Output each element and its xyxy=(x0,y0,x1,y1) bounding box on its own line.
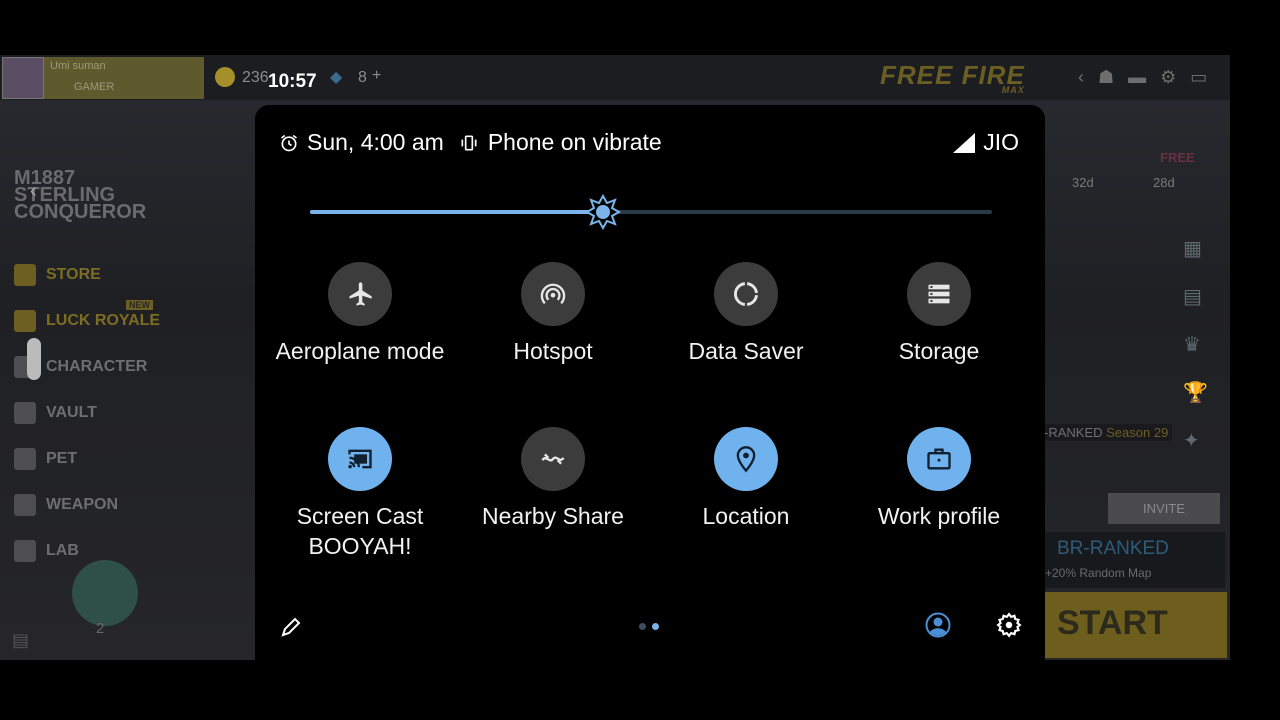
tile-toggle[interactable] xyxy=(328,427,392,491)
tile-work-profile[interactable]: Work profile xyxy=(844,427,1034,531)
back-icon[interactable]: ‹ xyxy=(30,180,37,203)
storage-icon xyxy=(928,284,950,304)
game-mode-selector[interactable]: BR-RANKED +20% Random Map xyxy=(1045,532,1225,588)
brightness-thumb-icon[interactable] xyxy=(585,194,622,230)
page-indicator[interactable] xyxy=(639,623,659,630)
page-dot[interactable] xyxy=(652,623,659,630)
event-timer: 32d xyxy=(1072,175,1094,190)
tile-location[interactable]: Location xyxy=(651,427,841,531)
tile-toggle[interactable] xyxy=(907,262,971,326)
tile-storage[interactable]: Storage xyxy=(844,262,1034,366)
status-time: 10:57 xyxy=(268,71,317,92)
tile-label: Work profile xyxy=(877,503,1001,529)
data-saver-icon xyxy=(733,282,758,306)
side-icons[interactable]: ▦ ▤ ♛ 🏆 ✦ xyxy=(1183,225,1208,465)
edit-icon[interactable] xyxy=(279,615,303,639)
briefcase-icon xyxy=(927,448,951,470)
signal-icon xyxy=(953,132,976,153)
hotspot-icon xyxy=(540,283,566,305)
carrier-status: JIO xyxy=(953,129,1019,156)
alarm-icon xyxy=(281,134,297,151)
tile-nearby-share[interactable]: Nearby Share xyxy=(458,427,648,531)
top-right-icons[interactable]: ‹☗▬⚙▭ xyxy=(1078,67,1221,88)
page-dot[interactable] xyxy=(639,623,646,630)
tile-label: Aeroplane mode xyxy=(275,338,445,364)
start-button[interactable]: START xyxy=(1045,592,1227,658)
tile-label: Data Saver xyxy=(688,338,804,364)
menu-lab[interactable]: LAB xyxy=(14,536,234,566)
tile-label: Location xyxy=(702,503,790,529)
gold-coin-icon xyxy=(215,67,235,87)
location-icon xyxy=(736,446,756,473)
tile-label: Storage xyxy=(898,338,980,364)
tile-screen-cast-booyah[interactable]: Screen Cast BOOYAH! xyxy=(265,427,455,561)
scroll-handle[interactable] xyxy=(27,338,41,380)
game-top-bar: Umi suman GAMER 236 ◆ 8 + FREE FIRE MAX ‹… xyxy=(0,55,1230,100)
settings-icon[interactable] xyxy=(996,612,1022,638)
invite-button[interactable]: INVITE xyxy=(1108,493,1220,524)
tile-aeroplane-mode[interactable]: Aeroplane mode xyxy=(265,262,455,366)
friend-count: 2 xyxy=(96,620,105,637)
player-avatar[interactable] xyxy=(2,57,44,99)
tile-toggle[interactable] xyxy=(714,427,778,491)
nearby-share-icon xyxy=(541,453,565,465)
add-diamonds-button[interactable]: + xyxy=(372,67,381,85)
brightness-fill xyxy=(310,210,604,214)
alarm-text: Sun, 4:00 am xyxy=(307,129,444,155)
ringer-text: Phone on vibrate xyxy=(487,129,662,155)
tile-label: Screen Cast BOOYAH! xyxy=(296,503,424,559)
airplane-icon xyxy=(349,282,372,306)
tile-toggle[interactable] xyxy=(907,427,971,491)
ranked-season: -RANKED Season 29 xyxy=(1040,424,1173,441)
menu-weapon[interactable]: WEAPON xyxy=(14,490,234,520)
event-timer: 28d xyxy=(1153,175,1175,190)
friend-avatar[interactable] xyxy=(72,560,138,626)
menu-character[interactable]: CHARACTER xyxy=(14,352,234,382)
diamond-count: 8 xyxy=(358,69,367,86)
tile-label: Nearby Share xyxy=(482,503,624,529)
cast-icon xyxy=(348,449,372,469)
quick-settings-panel: Sun, 4:00 am Phone on vibrate JIO Aeropl… xyxy=(255,105,1045,661)
player-name: Umi suman xyxy=(50,60,106,72)
tile-label: Hotspot xyxy=(513,338,593,364)
alarm-status[interactable]: Sun, 4:00 am Phone on vibrate xyxy=(279,129,662,156)
game-logo: FREE FIRE MAX xyxy=(880,60,1025,95)
user-account-icon[interactable] xyxy=(925,612,951,638)
diamond-icon: ◆ xyxy=(330,69,343,86)
player-tag: GAMER xyxy=(74,81,115,93)
free-label: FREE xyxy=(1160,150,1195,165)
new-badge: NEW xyxy=(126,300,153,310)
menu-luck-royale[interactable]: LUCK ROYALE xyxy=(14,306,234,336)
tile-hotspot[interactable]: Hotspot xyxy=(458,262,648,366)
tile-data-saver[interactable]: Data Saver xyxy=(651,262,841,366)
player-card[interactable]: Umi suman GAMER xyxy=(44,57,204,99)
vibrate-icon xyxy=(461,135,477,150)
carrier-name: JIO xyxy=(983,129,1019,155)
tile-toggle[interactable] xyxy=(328,262,392,326)
tile-toggle[interactable] xyxy=(521,427,585,491)
menu-vault[interactable]: VAULT xyxy=(14,398,234,428)
menu-store[interactable]: STORE xyxy=(14,260,234,290)
menu-pet[interactable]: PET xyxy=(14,444,234,474)
coin-count: 236 xyxy=(242,69,269,86)
chat-icon[interactable]: ▤ xyxy=(12,630,29,651)
brightness-slider[interactable] xyxy=(310,194,992,230)
tile-toggle[interactable] xyxy=(714,262,778,326)
tile-toggle[interactable] xyxy=(521,262,585,326)
